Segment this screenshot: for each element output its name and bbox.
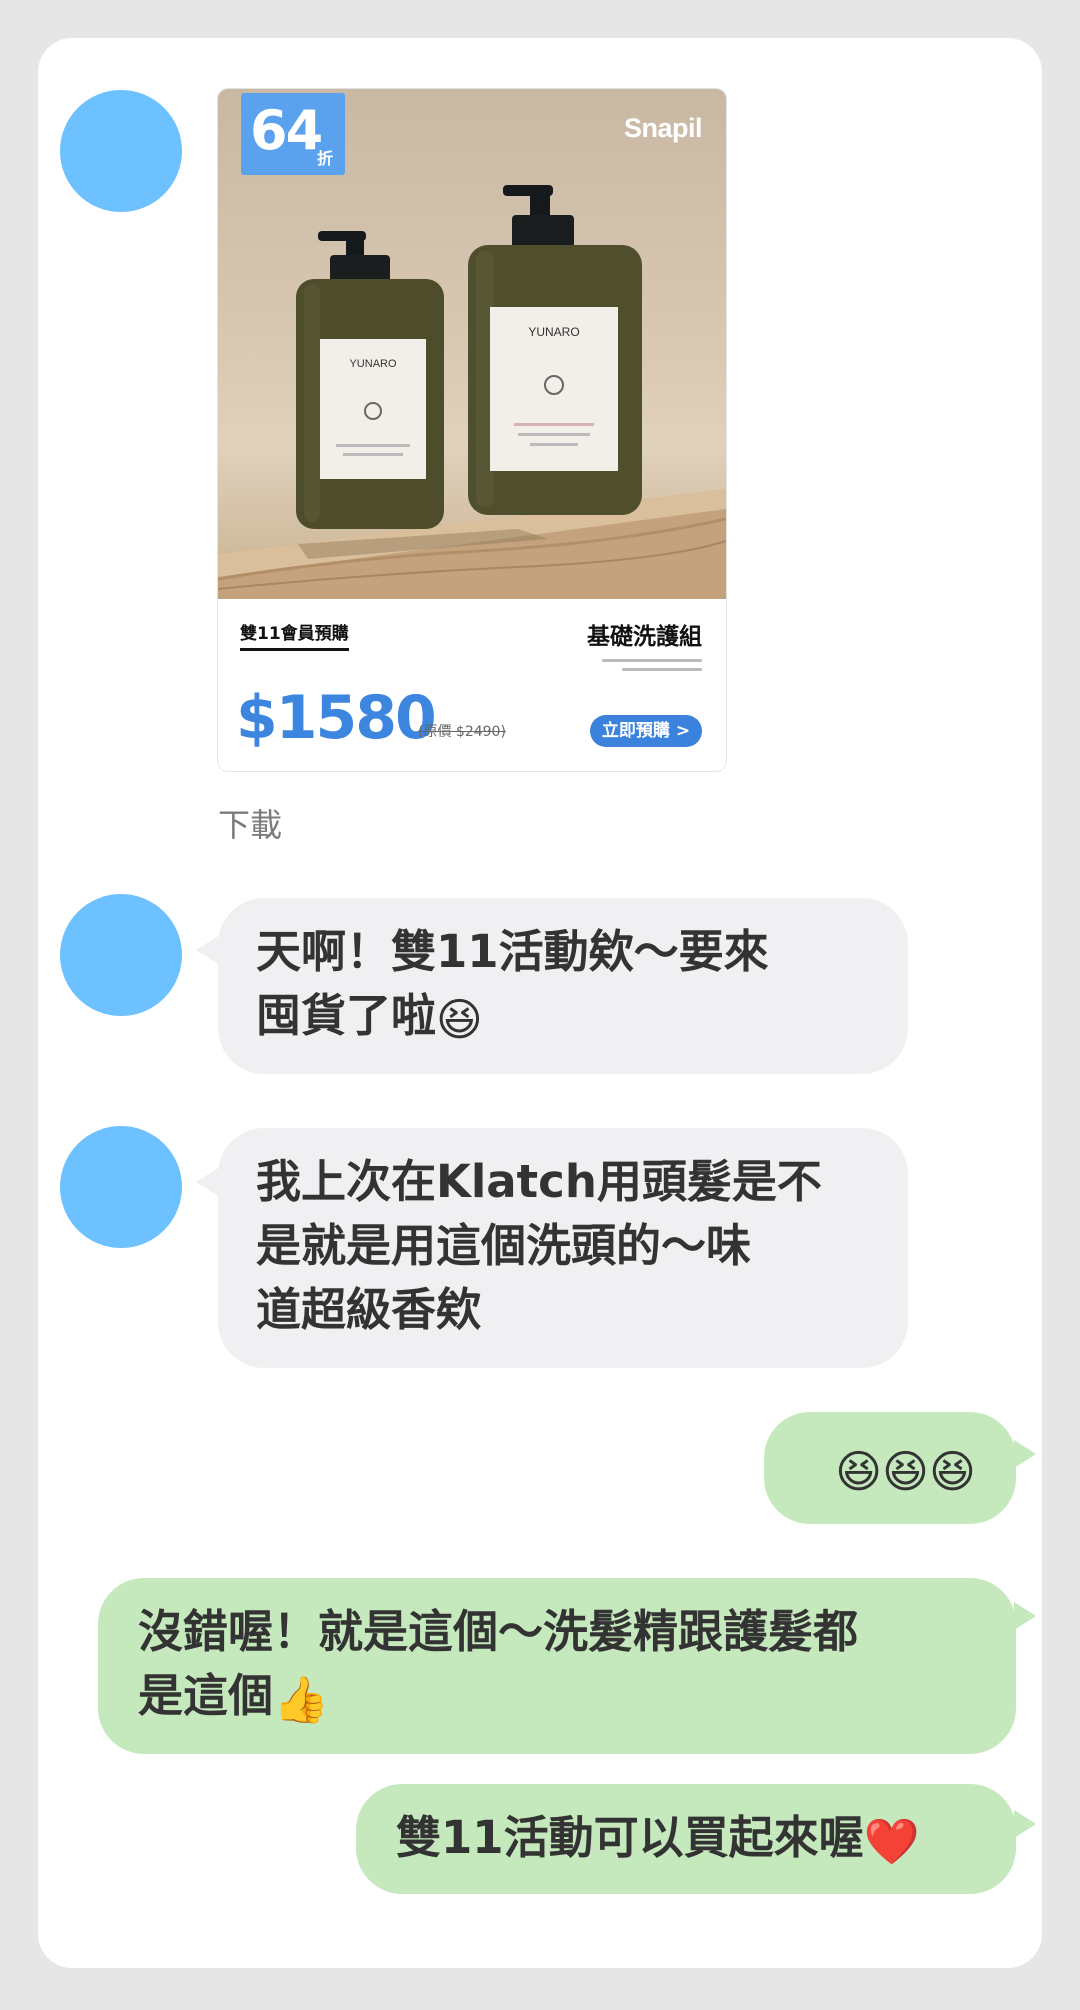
preorder-button[interactable]: 立即預購 > (590, 715, 702, 747)
message-bubble-incoming[interactable]: 天啊！雙11活動欸～要來 囤貨了啦😆 (218, 898, 908, 1074)
message-bubble-outgoing[interactable]: 雙11活動可以買起來喔❤️ (356, 1784, 1016, 1894)
bubble-tail (1014, 1810, 1036, 1838)
bubble-tail (196, 1168, 218, 1196)
message-line: 是這個👍 (138, 1664, 976, 1732)
thumbs-up-emoji: 👍 (273, 1673, 330, 1726)
bottle-brand-label: YUNARO (528, 325, 579, 339)
bottle-brand-label: YUNARO (349, 358, 397, 370)
message-line: 雙11活動可以買起來喔❤️ (396, 1806, 976, 1874)
bubble-tail (196, 936, 218, 964)
product-name: 基礎洗護組 (587, 624, 702, 650)
discount-badge: 64 折 (241, 93, 345, 175)
promo-tag: 雙11會員預購 (240, 619, 349, 651)
message-line: 道超級香欸 (256, 1283, 482, 1336)
brand-logo: Snapil (623, 113, 703, 143)
message-line: 天啊！雙11活動欸～要來 (256, 925, 769, 978)
product-info: 雙11會員預購 基礎洗護組 $1580 (原價 $2490) 立即預購 > (218, 599, 726, 771)
original-price: (原價 $2490) (418, 724, 506, 740)
product-image-message[interactable]: YUNARO YUNARO 64 折 Snapil 雙11會員預購 基礎洗護組 (218, 89, 726, 771)
message-line: 是就是用這個洗頭的～味 (256, 1219, 752, 1272)
product-price: $1580 (236, 683, 437, 753)
contact-avatar[interactable] (60, 90, 182, 212)
laughing-emoji: 😆 (436, 993, 483, 1046)
product-photo: YUNARO YUNARO 64 折 Snapil (218, 89, 726, 599)
message-line: 囤貨了啦😆 (256, 984, 870, 1052)
contact-avatar[interactable] (60, 1126, 182, 1248)
heart-emoji: ❤️ (863, 1815, 920, 1868)
message-bubble-outgoing[interactable]: 沒錯喔！就是這個～洗髮精跟護髮都 是這個👍 (98, 1578, 1016, 1754)
bubble-tail (1014, 1602, 1036, 1630)
laughing-emoji: 😆😆😆 (835, 1445, 976, 1498)
message-line: 沒錯喔！就是這個～洗髮精跟護髮都 (138, 1605, 859, 1658)
message-line: 我上次在Klatch用頭髮是不 (256, 1155, 822, 1208)
message-bubble-incoming[interactable]: 我上次在Klatch用頭髮是不 是就是用這個洗頭的～味 道超級香欸 (218, 1128, 908, 1368)
download-link[interactable]: 下載 (218, 800, 282, 846)
discount-number: 64 (250, 99, 323, 162)
discount-unit: 折 (317, 149, 334, 168)
bubble-tail (1014, 1440, 1036, 1468)
contact-avatar[interactable] (60, 894, 182, 1016)
message-bubble-outgoing[interactable]: 😆😆😆 (764, 1412, 1016, 1524)
product-spec-text (592, 653, 702, 671)
